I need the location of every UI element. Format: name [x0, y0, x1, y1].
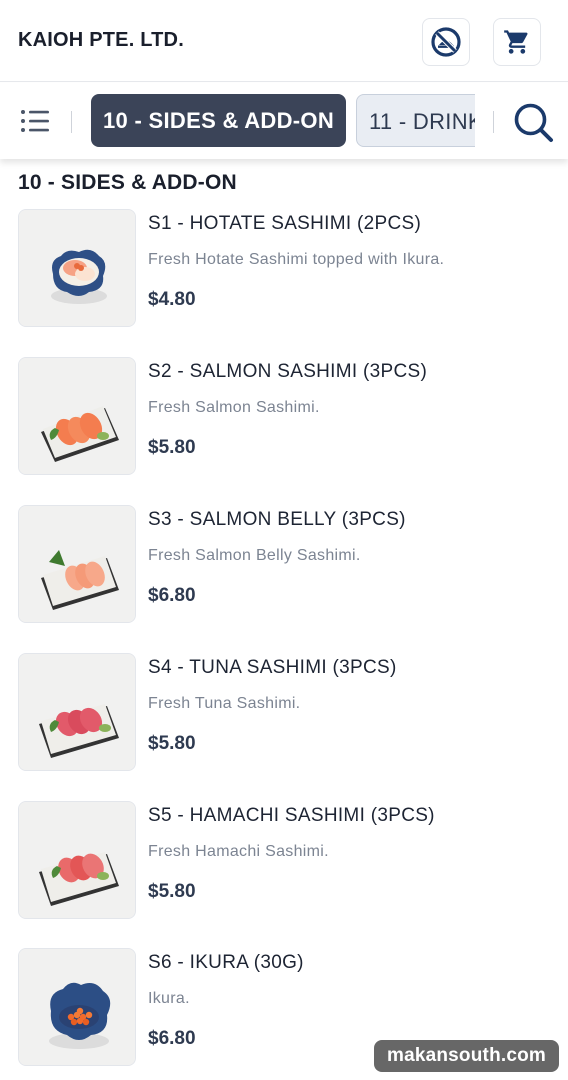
cart-icon: [504, 30, 528, 54]
category-tabs: 10 - SIDES & ADD-ON11 - DRINKS: [91, 94, 475, 148]
item-image: [18, 505, 136, 623]
item-image: [18, 357, 136, 475]
list-menu-icon[interactable]: [19, 107, 51, 135]
menu-item[interactable]: S2 - SALMON SASHIMI (3PCS) Fresh Salmon …: [0, 357, 568, 477]
item-description: Fresh Salmon Belly Sashimi.: [148, 547, 361, 564]
item-price: $5.80: [148, 733, 196, 754]
watermark: makansouth.com: [374, 1040, 559, 1072]
menu-item[interactable]: S3 - SALMON BELLY (3PCS) Fresh Salmon Be…: [0, 505, 568, 625]
item-name: S1 - HOTATE SASHIMI (2PCS): [148, 213, 422, 234]
item-description: Fresh Hotate Sashimi topped with Ikura.: [148, 251, 445, 268]
store-name: KAIOH PTE. LTD.: [18, 29, 184, 51]
item-price: $5.80: [148, 437, 196, 458]
menu-item[interactable]: S5 - HAMACHI SASHIMI (3PCS) Fresh Hamach…: [0, 801, 568, 921]
top-bar: KAIOH PTE. LTD.: [0, 0, 568, 82]
tab-sides-add-on[interactable]: 10 - SIDES & ADD-ON: [91, 94, 347, 147]
menu-item[interactable]: S1 - HOTATE SASHIMI (2PCS) Fresh Hotate …: [0, 209, 568, 329]
section-title: 10 - SIDES & ADD-ON: [18, 171, 237, 194]
item-image: [18, 801, 136, 919]
item-description: Ikura.: [148, 990, 190, 1007]
cart-button[interactable]: [493, 18, 541, 66]
no-service-button[interactable]: [422, 18, 470, 66]
item-price: $6.80: [148, 1028, 196, 1049]
tab-drinks[interactable]: 11 - DRINKS: [356, 94, 475, 147]
item-description: Fresh Tuna Sashimi.: [148, 695, 301, 712]
divider: [71, 111, 72, 133]
item-price: $5.80: [148, 881, 196, 902]
item-description: Fresh Hamachi Sashimi.: [148, 843, 329, 860]
no-service-icon: [431, 27, 461, 57]
item-image: [18, 948, 136, 1066]
item-name: S2 - SALMON SASHIMI (3PCS): [148, 361, 428, 382]
item-description: Fresh Salmon Sashimi.: [148, 399, 320, 416]
divider: [493, 111, 494, 133]
item-name: S4 - TUNA SASHIMI (3PCS): [148, 657, 397, 678]
item-image: [18, 209, 136, 327]
search-icon[interactable]: [512, 101, 554, 143]
menu-item[interactable]: S4 - TUNA SASHIMI (3PCS) Fresh Tuna Sash…: [0, 653, 568, 773]
item-price: $4.80: [148, 289, 196, 310]
category-bar: 10 - SIDES & ADD-ON11 - DRINKS: [0, 83, 568, 159]
item-image: [18, 653, 136, 771]
item-name: S5 - HAMACHI SASHIMI (3PCS): [148, 805, 435, 826]
item-price: $6.80: [148, 585, 196, 606]
item-name: S3 - SALMON BELLY (3PCS): [148, 509, 406, 530]
item-name: S6 - IKURA (30G): [148, 952, 304, 973]
